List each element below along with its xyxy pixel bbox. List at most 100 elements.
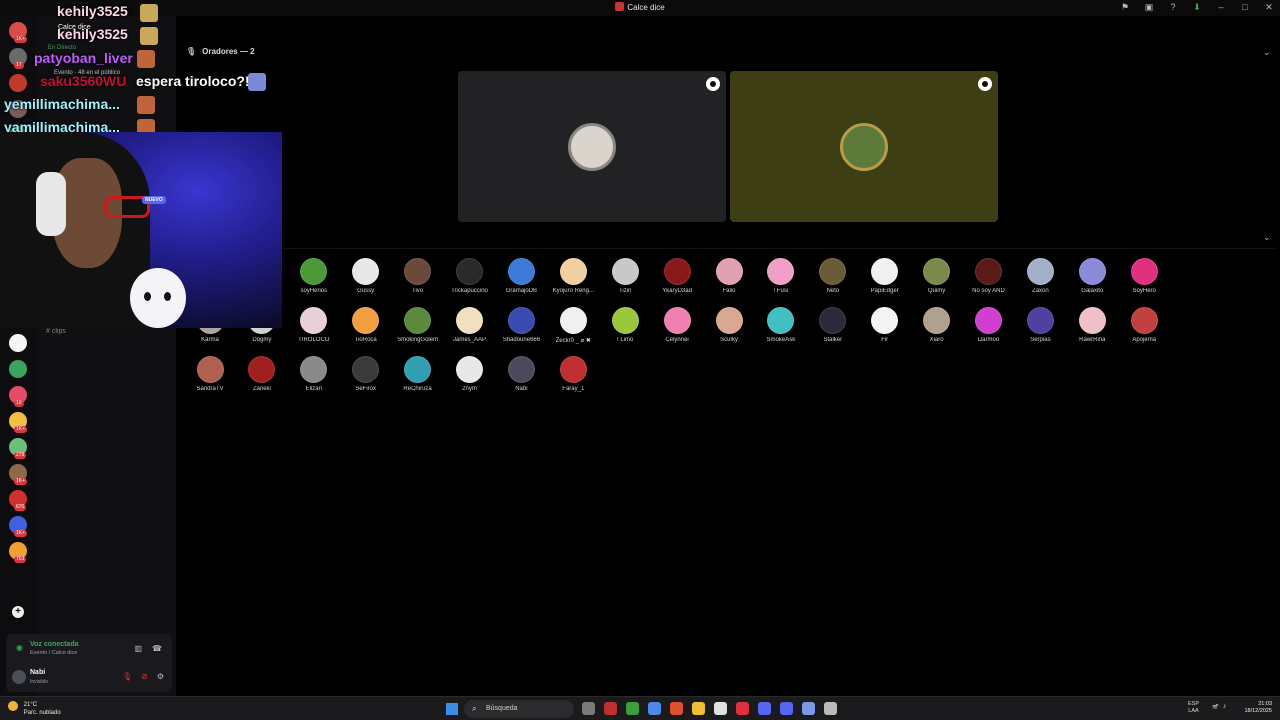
voice-status[interactable]: Voz conectada	[30, 641, 79, 648]
audience-member[interactable]: Galaxito	[1066, 258, 1118, 294]
disconnect-icon[interactable]: ☎	[152, 644, 162, 653]
audience-member[interactable]: Trickapuccino	[444, 258, 496, 294]
eye-icon[interactable]	[978, 77, 992, 91]
gear-icon[interactable]: ⚙	[157, 672, 164, 681]
audience-member[interactable]: James_AAP	[444, 307, 496, 343]
soundboard-icon[interactable]: ▥	[134, 644, 142, 653]
taskbar-app-icon[interactable]	[736, 702, 749, 715]
language-indicator[interactable]: ESP LAA	[1188, 701, 1199, 715]
eye-icon[interactable]	[706, 77, 720, 91]
audience-member[interactable]: Shadoune666	[495, 307, 547, 343]
volume-icon[interactable]: ♪	[1223, 703, 1227, 711]
audience-member[interactable]: Xiaro	[911, 307, 963, 343]
audience-member[interactable]: Celynnei	[651, 307, 703, 343]
audience-member[interactable]: Elizan	[288, 356, 340, 392]
minimize-icon[interactable]: –	[1216, 2, 1226, 13]
search-input[interactable]: ⌕ Búsqueda	[464, 700, 574, 718]
download-icon[interactable]: ⬇	[1192, 2, 1202, 13]
speaker-tile[interactable]	[458, 71, 726, 222]
speaker-avatar	[840, 123, 888, 171]
audience-member[interactable]: No soy AND	[963, 258, 1015, 294]
audience-member[interactable]: Fir	[859, 307, 911, 343]
deafen-icon[interactable]: ⊘	[141, 672, 148, 681]
windows-start-icon[interactable]	[446, 703, 458, 715]
add-server-button[interactable]: +	[12, 606, 24, 618]
audience-member[interactable]: Quimy	[911, 258, 963, 294]
audience-member[interactable]: SoyHero	[1118, 258, 1170, 294]
avatar	[300, 356, 328, 383]
wifi-icon[interactable]: ≋	[1212, 703, 1218, 711]
audience-member[interactable]: Nabi	[495, 356, 547, 392]
taskbar-app-icon[interactable]	[780, 702, 793, 715]
server-badge: 1K+	[14, 530, 28, 537]
maximize-icon[interactable]: □	[1240, 2, 1250, 13]
help-icon[interactable]: ?	[1168, 2, 1178, 13]
avatar[interactable]	[12, 670, 26, 684]
audience-member-name: Zeckr0 _ ⌀ ✖	[555, 338, 591, 344]
audience-member[interactable]: SandraTV	[184, 356, 236, 392]
voice-tools: ▥ ☎	[134, 644, 162, 653]
clock[interactable]: 21:03 18/12/2025	[1244, 701, 1272, 715]
chevron-down-icon[interactable]: ⌄	[1263, 47, 1271, 58]
audience-member[interactable]: Gussy	[340, 258, 392, 294]
taskbar-app-icon[interactable]	[648, 702, 661, 715]
speaker-tile[interactable]	[730, 71, 998, 222]
audience-member[interactable]: Falio	[703, 258, 755, 294]
screen-icon[interactable]: ▣	[1144, 2, 1154, 13]
taskbar-app-icon[interactable]	[824, 702, 837, 715]
taskbar-app-icon[interactable]	[626, 702, 639, 715]
taskbar-app-icon[interactable]	[714, 702, 727, 715]
audience-member[interactable]: SmokeAsk	[755, 307, 807, 343]
audience-member[interactable]: Zaneki	[236, 356, 288, 392]
audience-member[interactable]: Zaxon	[1014, 258, 1066, 294]
audience-member[interactable]: YkaryD3ad	[651, 258, 703, 294]
voice-location[interactable]: Evento / Calce dice	[30, 650, 77, 656]
taskbar-app-icon[interactable]	[670, 702, 683, 715]
audience-member[interactable]: Tivo	[392, 258, 444, 294]
audience-member[interactable]: Kyōjurō Reng...	[547, 258, 599, 294]
audience-member[interactable]: PapiEdger	[859, 258, 911, 294]
audience-member[interactable]: Darmoo	[963, 307, 1015, 343]
audience-member-name: Apojema	[1132, 337, 1157, 343]
audience-member[interactable]: ! Limo	[599, 307, 651, 343]
mute-mic-icon[interactable]: 🎙	[122, 672, 132, 681]
audience-member[interactable]: Sculky	[703, 307, 755, 343]
server-icon[interactable]	[9, 334, 27, 352]
audience-member[interactable]: TioRoca	[340, 307, 392, 343]
audience-member[interactable]: Apojema	[1118, 307, 1170, 343]
channel-clips[interactable]: # clips	[46, 328, 66, 335]
audience-member[interactable]: ! Fusi	[755, 258, 807, 294]
audience-member[interactable]: TIROLOCO	[288, 307, 340, 343]
audience-member[interactable]: soyHerios	[288, 258, 340, 294]
audience-member[interactable]: 2nym	[444, 356, 496, 392]
avatar	[663, 258, 691, 285]
audience-member[interactable]: Serpias	[1014, 307, 1066, 343]
chat-username: kehily3525	[57, 3, 128, 19]
audience-member[interactable]: GramajoDB	[495, 258, 547, 294]
audience-member[interactable]: Faray_1	[547, 356, 599, 392]
taskbar-app-icon[interactable]	[758, 702, 771, 715]
avatar	[248, 356, 276, 383]
voice-connection-panel: ◉ Voz conectada Evento / Calce dice ▥ ☎ …	[6, 634, 172, 692]
taskbar-app-icon[interactable]	[802, 702, 815, 715]
weather-widget[interactable]: 21°C Parc. nublado	[8, 701, 61, 717]
audience-member[interactable]: SmokingGolem	[392, 307, 444, 343]
audience-member[interactable]: Tizin	[599, 258, 651, 294]
flag-icon[interactable]: ⚑	[1120, 2, 1130, 13]
audience-member[interactable]: SeFirox	[340, 356, 392, 392]
audience-member-name: Dogmy	[252, 337, 272, 343]
audience-member-name: Celynnei	[665, 337, 689, 343]
taskbar-app-icon[interactable]	[692, 702, 705, 715]
user-name: Nabi	[30, 669, 46, 676]
avatar	[1026, 258, 1054, 285]
close-icon[interactable]: ✕	[1264, 2, 1274, 13]
audience-member[interactable]: Stalker	[807, 307, 859, 343]
server-icon[interactable]	[9, 360, 27, 378]
audience-member[interactable]: Neto	[807, 258, 859, 294]
audience-member[interactable]: Zeckr0 _ ⌀ ✖	[547, 307, 599, 344]
audience-member[interactable]: RawrRina	[1066, 307, 1118, 343]
audience-member[interactable]: ReChiruza	[392, 356, 444, 392]
chevron-down-icon[interactable]: ⌄	[1263, 232, 1271, 243]
taskbar-app-icon[interactable]	[582, 702, 595, 715]
taskbar-app-icon[interactable]	[604, 702, 617, 715]
